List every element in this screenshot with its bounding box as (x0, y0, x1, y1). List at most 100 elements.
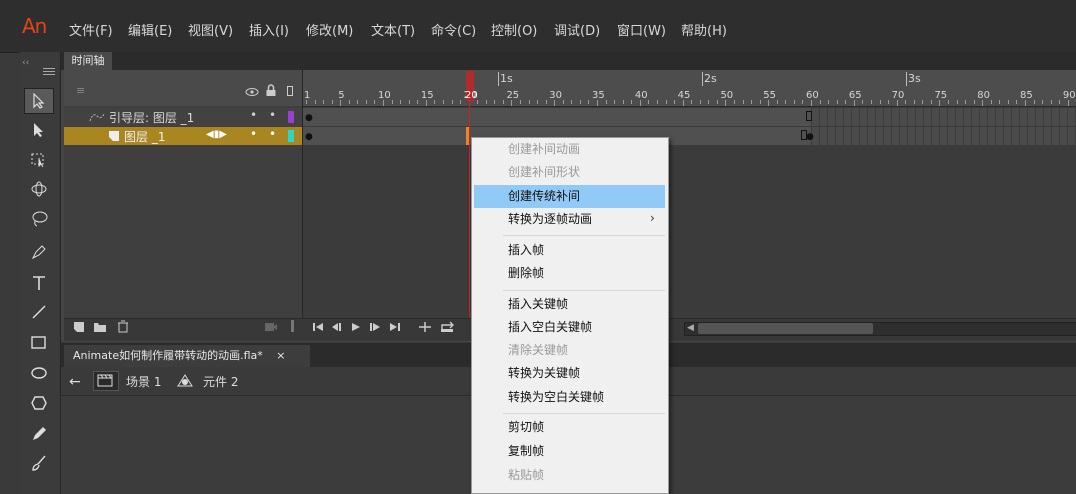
center-frame-icon[interactable] (418, 321, 432, 336)
document-tab[interactable]: Animate如何制作履带转动的动画.fla* × (64, 345, 310, 367)
selection-tool[interactable] (24, 88, 54, 114)
lasso-tool[interactable] (24, 206, 54, 232)
ruler-frame-label: 35 (592, 90, 605, 101)
ruler-tick (656, 100, 658, 104)
scroll-left-icon[interactable]: ◀ (687, 323, 694, 333)
ruler-tick (708, 100, 710, 104)
rectangle-tool[interactable] (24, 330, 54, 356)
context-menu-item[interactable]: 复制帧 (472, 440, 666, 463)
empty-frames-layer1[interactable] (812, 127, 1076, 145)
layer-row-guide[interactable]: 引导层: 图层 _1 • • (64, 108, 302, 126)
context-menu-item[interactable]: 清除关键帧 (472, 339, 666, 362)
menu-view[interactable]: 视图(V) (188, 20, 233, 39)
ruler-tick (819, 100, 821, 104)
ruler-tick (588, 100, 590, 104)
step-back-icon[interactable] (331, 322, 343, 335)
context-menu-item[interactable]: 删除帧 (472, 262, 666, 285)
breadcrumb-symbol[interactable]: 元件 2 (203, 373, 238, 390)
scrollbar-thumb[interactable] (698, 323, 873, 334)
trash-icon[interactable] (117, 320, 129, 336)
parent-layer-icon[interactable]: ◀▮▶ (206, 129, 227, 140)
3d-rotation-tool[interactable] (24, 176, 54, 202)
line-tool[interactable] (24, 299, 54, 325)
context-menu-item[interactable]: 插入空白关键帧 (472, 316, 666, 339)
go-first-frame-icon[interactable] (312, 322, 324, 335)
ruler-frame-label: 50 (720, 90, 734, 101)
outline-icon[interactable] (287, 86, 294, 100)
double-chevron-icon: ‹‹ (22, 58, 30, 68)
lock-icon[interactable] (265, 84, 277, 100)
step-forward-icon[interactable] (369, 322, 381, 335)
ruler-frame-label: 40 (634, 90, 648, 101)
ruler-tick (751, 100, 753, 104)
back-arrow-icon[interactable]: ← (69, 374, 81, 390)
go-last-frame-icon[interactable] (389, 322, 401, 335)
play-icon[interactable] (351, 322, 361, 335)
menu-help[interactable]: 帮助(H) (681, 20, 727, 39)
pencil-tool[interactable] (24, 421, 54, 447)
new-folder-icon[interactable] (93, 321, 107, 336)
context-menu-item[interactable]: 创建补间动画 (472, 138, 666, 161)
text-tool[interactable] (24, 270, 54, 296)
pen-tool[interactable] (24, 239, 54, 265)
lock-dot[interactable]: • (269, 108, 276, 122)
breadcrumb-scene[interactable]: 场景 1 (126, 373, 161, 390)
lock-dot[interactable]: • (269, 127, 276, 141)
oval-tool[interactable] (24, 360, 54, 386)
frame-span-guide[interactable] (303, 108, 811, 126)
keyframe-dot[interactable]: ● (806, 132, 814, 142)
brush-tool[interactable] (24, 450, 54, 476)
menu-modify[interactable]: 修改(M) (306, 20, 353, 39)
context-menu-item[interactable]: 创建传统补间 (474, 185, 665, 208)
pen-icon (31, 245, 46, 260)
pencil-icon (33, 427, 46, 440)
menu-control[interactable]: 控制(O) (491, 20, 537, 39)
context-menu-item[interactable]: 剪切帧 (472, 416, 666, 439)
context-menu-item[interactable]: 粘贴帧 (472, 464, 666, 487)
context-menu-item[interactable]: 转换为关键帧 (472, 362, 666, 385)
menu-edit[interactable]: 编辑(E) (128, 20, 172, 39)
context-menu-item[interactable]: 插入关键帧 (472, 293, 666, 316)
empty-frames-guide[interactable] (812, 108, 1076, 126)
keyframe-dot[interactable]: ● (305, 113, 313, 123)
text-t-icon (33, 276, 45, 290)
menu-window[interactable]: 窗口(W) (617, 20, 666, 39)
lasso-icon (32, 211, 48, 227)
close-icon[interactable]: × (276, 349, 285, 362)
panel-menu-button[interactable] (42, 66, 56, 76)
menu-debug[interactable]: 调试(D) (554, 20, 600, 39)
new-layer-icon[interactable] (73, 321, 85, 336)
context-menu-item[interactable]: 创建补间形状 (472, 161, 666, 184)
menu-file[interactable]: 文件(F) (69, 20, 113, 39)
layer-color-swatch[interactable] (288, 111, 294, 123)
tab-timeline[interactable]: 时间轴 (64, 52, 112, 70)
context-menu-item[interactable]: 转换为空白关键帧 (472, 386, 666, 409)
visibility-dot[interactable]: • (250, 127, 257, 141)
subselection-tool[interactable] (24, 117, 54, 143)
ruler-tick (888, 100, 890, 104)
ruler-frame-label: 10 (378, 90, 391, 101)
ruler-tick (913, 100, 915, 104)
menu-commands[interactable]: 命令(C) (431, 20, 476, 39)
layer-color-swatch[interactable] (288, 130, 294, 142)
free-transform-tool[interactable] (24, 146, 54, 172)
camera-icon[interactable] (264, 322, 278, 335)
ruler-tick (485, 100, 487, 104)
polystar-tool[interactable] (24, 390, 54, 416)
context-menu-item[interactable]: 转换为逐帧动画 (472, 208, 666, 231)
ruler-tick (734, 100, 735, 104)
context-menu-item[interactable]: 插入帧 (472, 239, 666, 262)
layer-row-layer1[interactable]: 图层 _1 ◀▮▶ • • (64, 127, 302, 145)
keyframe-dot[interactable]: ● (305, 132, 313, 142)
oval-icon (31, 367, 47, 379)
visibility-dot[interactable]: • (250, 108, 257, 122)
menu-insert[interactable]: 插入(I) (249, 20, 289, 39)
eye-icon[interactable] (245, 86, 259, 100)
ruler-frame-label: 55 (763, 90, 776, 101)
menu-text[interactable]: 文本(T) (371, 20, 415, 39)
end-frame-marker[interactable] (806, 111, 812, 121)
ruler-tick (400, 100, 402, 104)
frame-ruler[interactable] (303, 70, 1076, 107)
collapse-panel-button[interactable]: ‹‹ (22, 54, 58, 68)
loop-icon[interactable] (440, 321, 456, 336)
